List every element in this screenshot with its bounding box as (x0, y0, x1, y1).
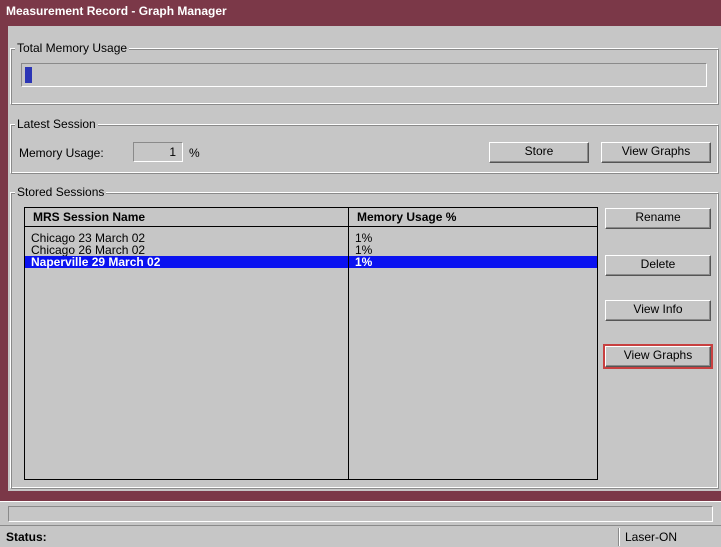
rename-button[interactable]: Rename (605, 208, 711, 229)
store-button[interactable]: Store (489, 142, 589, 163)
table-header: MRS Session Name Memory Usage % (25, 208, 597, 227)
message-field (8, 506, 713, 522)
column-header-session-name[interactable]: MRS Session Name (25, 208, 348, 226)
latest-session-legend: Latest Session (15, 116, 98, 132)
memory-usage-value-field: 1 (133, 142, 183, 162)
stored-sessions-table: MRS Session Name Memory Usage % Chicago … (24, 207, 598, 480)
message-bar (0, 501, 721, 525)
memory-usage-progress-bar (21, 63, 707, 87)
session-usage-cell: 1% (355, 255, 373, 269)
column-divider (348, 208, 349, 479)
column-header-memory-usage[interactable]: Memory Usage % (349, 208, 597, 226)
laser-status-text: Laser-ON (625, 530, 678, 544)
status-label: Status: (6, 530, 47, 544)
delete-button[interactable]: Delete (605, 255, 711, 276)
table-row[interactable]: Naperville 29 March 02 1% (25, 256, 597, 268)
memory-usage-progress-fill (25, 67, 32, 83)
stored-sessions-legend: Stored Sessions (15, 184, 107, 200)
memory-usage-label: Memory Usage: (19, 146, 104, 160)
status-bar: Status: Laser-ON (0, 525, 721, 547)
status-separator (618, 528, 620, 546)
window-client-area: Total Memory Usage Latest Session Memory… (8, 26, 721, 491)
window-title: Measurement Record - Graph Manager (0, 0, 721, 24)
total-memory-legend: Total Memory Usage (15, 40, 130, 56)
memory-usage-unit: % (189, 146, 200, 160)
latest-session-group: Latest Session Memory Usage: 1 % Store V… (10, 116, 719, 174)
graph-manager-window: Measurement Record - Graph Manager Total… (0, 0, 721, 501)
session-name-cell: Naperville 29 March 02 (31, 255, 161, 269)
latest-view-graphs-button[interactable]: View Graphs (601, 142, 711, 163)
stored-view-graphs-button[interactable]: View Graphs (603, 344, 713, 369)
total-memory-group: Total Memory Usage (10, 40, 719, 105)
view-info-button[interactable]: View Info (605, 300, 711, 321)
